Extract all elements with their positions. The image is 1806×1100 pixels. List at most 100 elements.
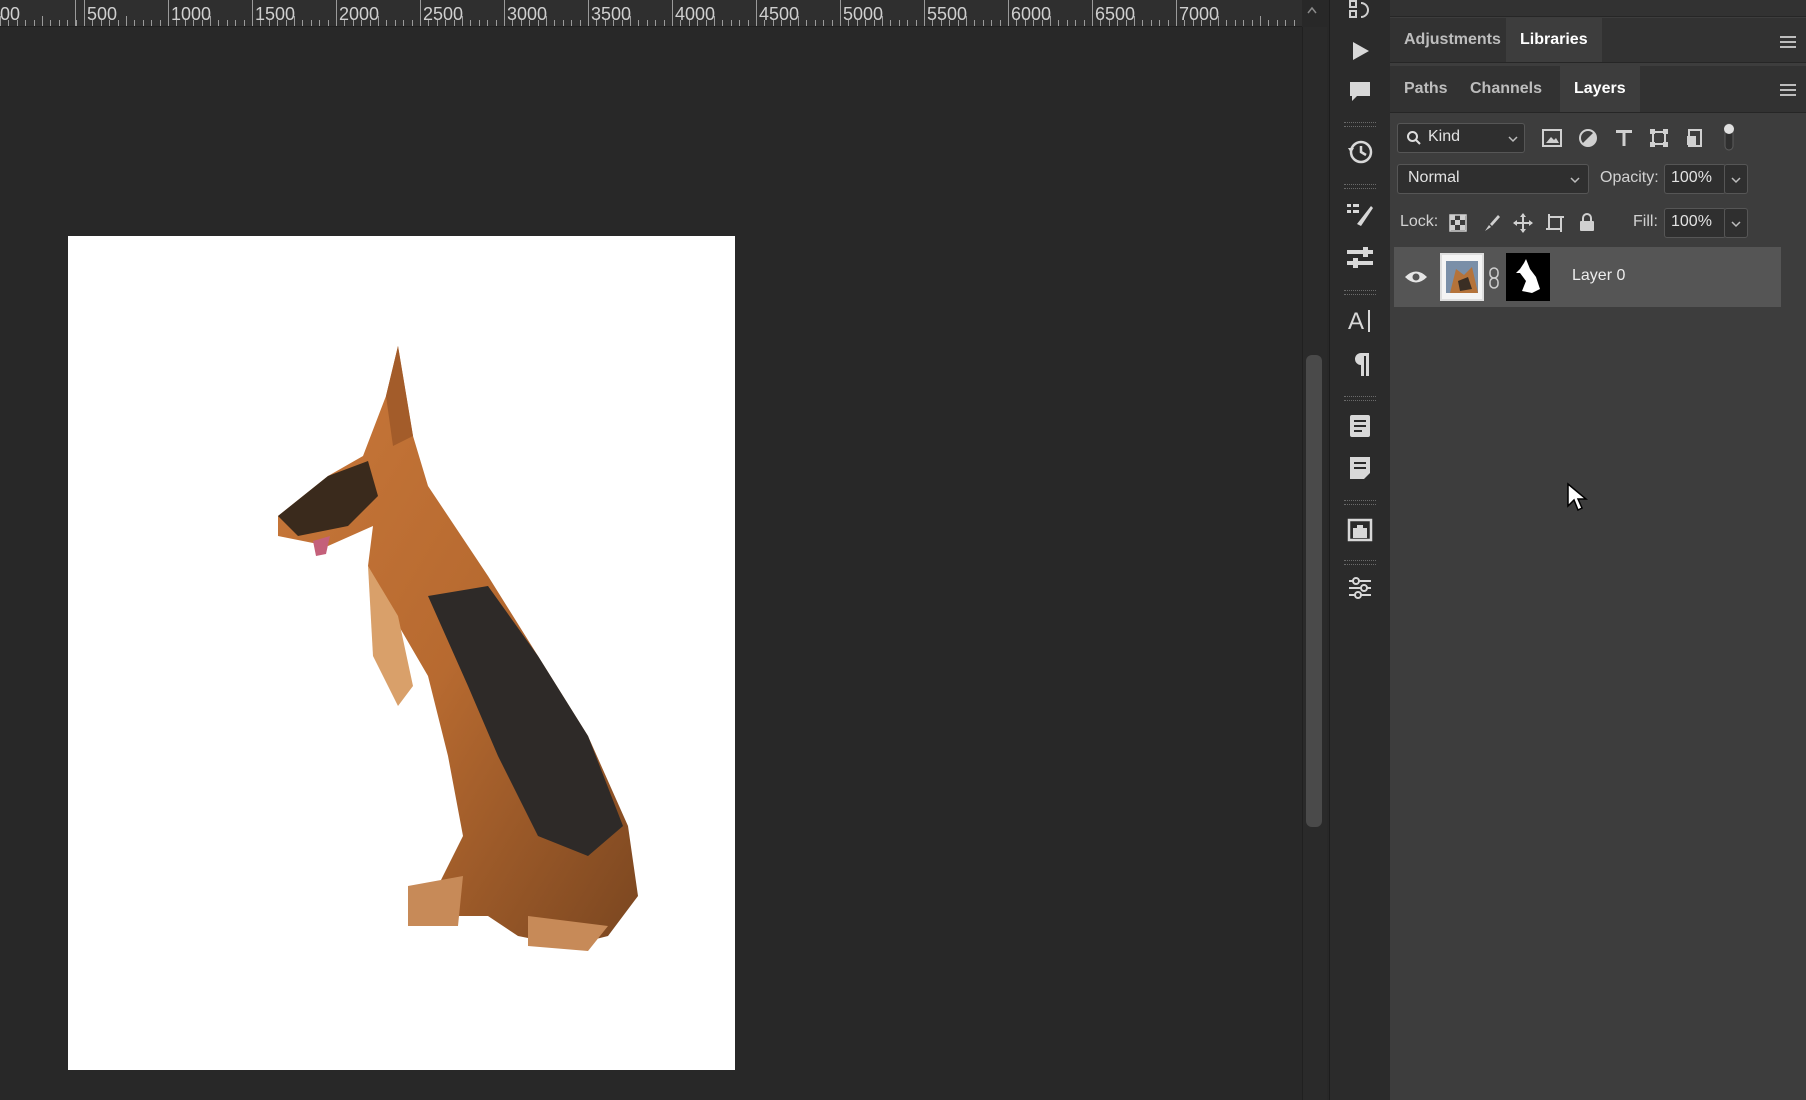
kind-filter-dropdown[interactable]: Kind xyxy=(1397,123,1525,153)
ruler-minor-tick xyxy=(1260,16,1261,26)
eye-visibility-icon[interactable] xyxy=(1404,269,1428,285)
ruler-label: 4000 xyxy=(675,4,716,24)
link-chain-icon[interactable] xyxy=(1488,267,1500,289)
filter-shape-icon[interactable] xyxy=(1649,128,1669,148)
ruler-minor-tick xyxy=(899,20,900,26)
opacity-input[interactable]: 100% xyxy=(1664,164,1726,194)
filter-pixel-icon[interactable] xyxy=(1542,129,1562,147)
play-icon[interactable] xyxy=(1344,35,1376,67)
ruler-minor-tick xyxy=(832,20,833,26)
ruler-minor-tick xyxy=(949,20,950,26)
layers-menu-icon[interactable] xyxy=(1780,84,1796,96)
ruler-minor-tick xyxy=(185,20,186,26)
ruler-minor-tick xyxy=(613,20,614,26)
lock-artboard-icon[interactable] xyxy=(1545,213,1565,233)
chevron-down-icon xyxy=(1508,136,1518,143)
layer-name[interactable]: Layer 0 xyxy=(1572,267,1625,285)
ruler-minor-tick xyxy=(143,20,144,26)
tab-adjustments[interactable]: Adjustments xyxy=(1390,18,1515,62)
ruler-minor-tick xyxy=(428,20,429,26)
ruler-minor-tick xyxy=(874,20,875,26)
lock-pixels-brush-icon[interactable] xyxy=(1481,213,1501,233)
ruler-minor-tick xyxy=(1042,20,1043,26)
scrollbar-thumb[interactable] xyxy=(1306,355,1322,827)
comment-icon[interactable] xyxy=(1344,76,1376,108)
panel-menu-icon[interactable] xyxy=(1780,36,1796,48)
document-canvas[interactable] xyxy=(68,236,735,1070)
fill-input[interactable]: 100% xyxy=(1664,208,1726,238)
ruler-minor-tick xyxy=(286,20,287,26)
ruler-minor-tick xyxy=(571,20,572,26)
ruler-minor-tick xyxy=(101,20,102,26)
ruler-minor-tick xyxy=(1100,20,1101,26)
ruler-minor-tick xyxy=(638,20,639,26)
layer-mask-thumbnail[interactable] xyxy=(1506,253,1550,301)
filter-smart-object-icon[interactable] xyxy=(1685,128,1705,148)
ruler-minor-tick xyxy=(563,20,564,26)
paragraph-icon[interactable] xyxy=(1344,348,1376,380)
ruler-minor-tick xyxy=(1176,16,1177,26)
svg-text:A: A xyxy=(1348,308,1364,334)
layer-row[interactable]: Layer 0 xyxy=(1394,247,1781,307)
ruler-minor-tick xyxy=(168,16,169,26)
ruler-minor-tick xyxy=(1252,20,1253,26)
glyphs-icon[interactable] xyxy=(1344,410,1376,442)
ruler-minor-tick xyxy=(403,20,404,26)
ruler-minor-tick xyxy=(470,20,471,26)
tab-libraries[interactable]: Libraries xyxy=(1506,18,1602,62)
ruler-minor-tick xyxy=(983,20,984,26)
ruler-minor-tick xyxy=(512,20,513,26)
lock-all-icon[interactable] xyxy=(1578,212,1596,232)
libraries-icon[interactable] xyxy=(1344,514,1376,546)
lock-position-icon[interactable] xyxy=(1513,213,1533,233)
ruler-minor-tick xyxy=(1075,20,1076,26)
notes-icon[interactable] xyxy=(1344,452,1376,484)
opacity-dropdown-button[interactable] xyxy=(1724,164,1748,194)
layer-thumbnail[interactable] xyxy=(1440,253,1484,301)
ruler-minor-tick xyxy=(193,20,194,26)
ruler-minor-tick xyxy=(420,16,421,26)
lock-transparent-icon[interactable] xyxy=(1449,214,1467,232)
ruler-minor-tick xyxy=(487,20,488,26)
ruler-minor-tick xyxy=(1084,20,1085,26)
ruler-minor-tick xyxy=(672,16,673,26)
brush-settings-icon[interactable] xyxy=(1344,198,1376,230)
horizontal-ruler[interactable]: 00 500 1000 1500 2000 2500 3000 3500 4000 4500 500… xyxy=(0,0,1302,27)
ruler-label: 5000 xyxy=(843,4,884,24)
ruler-minor-tick xyxy=(260,20,261,26)
ruler-minor-tick xyxy=(319,20,320,26)
ruler-minor-tick xyxy=(697,20,698,26)
tab-paths[interactable]: Paths xyxy=(1390,66,1462,112)
properties-icon[interactable] xyxy=(1344,242,1376,274)
ruler-minor-tick xyxy=(664,20,665,26)
ruler-minor-tick xyxy=(781,20,782,26)
ruler-minor-tick xyxy=(370,20,371,26)
ruler-minor-tick xyxy=(454,20,455,26)
ruler-minor-tick xyxy=(1201,20,1202,26)
ruler-label: 5500 xyxy=(927,4,968,24)
ruler-minor-tick xyxy=(1218,16,1219,26)
tab-channels[interactable]: Channels xyxy=(1456,66,1556,112)
adjust-history-icon[interactable] xyxy=(1344,0,1376,26)
ruler-minor-tick xyxy=(361,20,362,26)
ruler-minor-tick xyxy=(596,20,597,26)
blend-mode-dropdown[interactable]: Normal xyxy=(1397,164,1589,194)
ruler-minor-tick xyxy=(176,20,177,26)
fill-dropdown-button[interactable] xyxy=(1724,208,1748,238)
history-icon[interactable] xyxy=(1344,136,1376,168)
ruler-minor-tick xyxy=(1142,20,1143,26)
panel-top-strip xyxy=(1390,0,1806,17)
ruler-minor-tick xyxy=(1226,20,1227,26)
ruler-minor-tick xyxy=(756,16,757,26)
filter-toggle-icon[interactable] xyxy=(1722,122,1736,152)
ruler-minor-tick xyxy=(328,20,329,26)
adjustments-icon[interactable] xyxy=(1344,572,1376,604)
tab-layers[interactable]: Layers xyxy=(1560,66,1640,112)
ruler-minor-tick xyxy=(865,20,866,26)
lock-label: Lock: xyxy=(1400,213,1439,230)
filter-adjustment-icon[interactable] xyxy=(1578,128,1598,148)
character-icon[interactable]: A xyxy=(1344,304,1376,336)
filter-type-icon[interactable] xyxy=(1614,128,1634,148)
ruler-minor-tick xyxy=(294,16,295,26)
ruler-minor-tick xyxy=(1000,20,1001,26)
